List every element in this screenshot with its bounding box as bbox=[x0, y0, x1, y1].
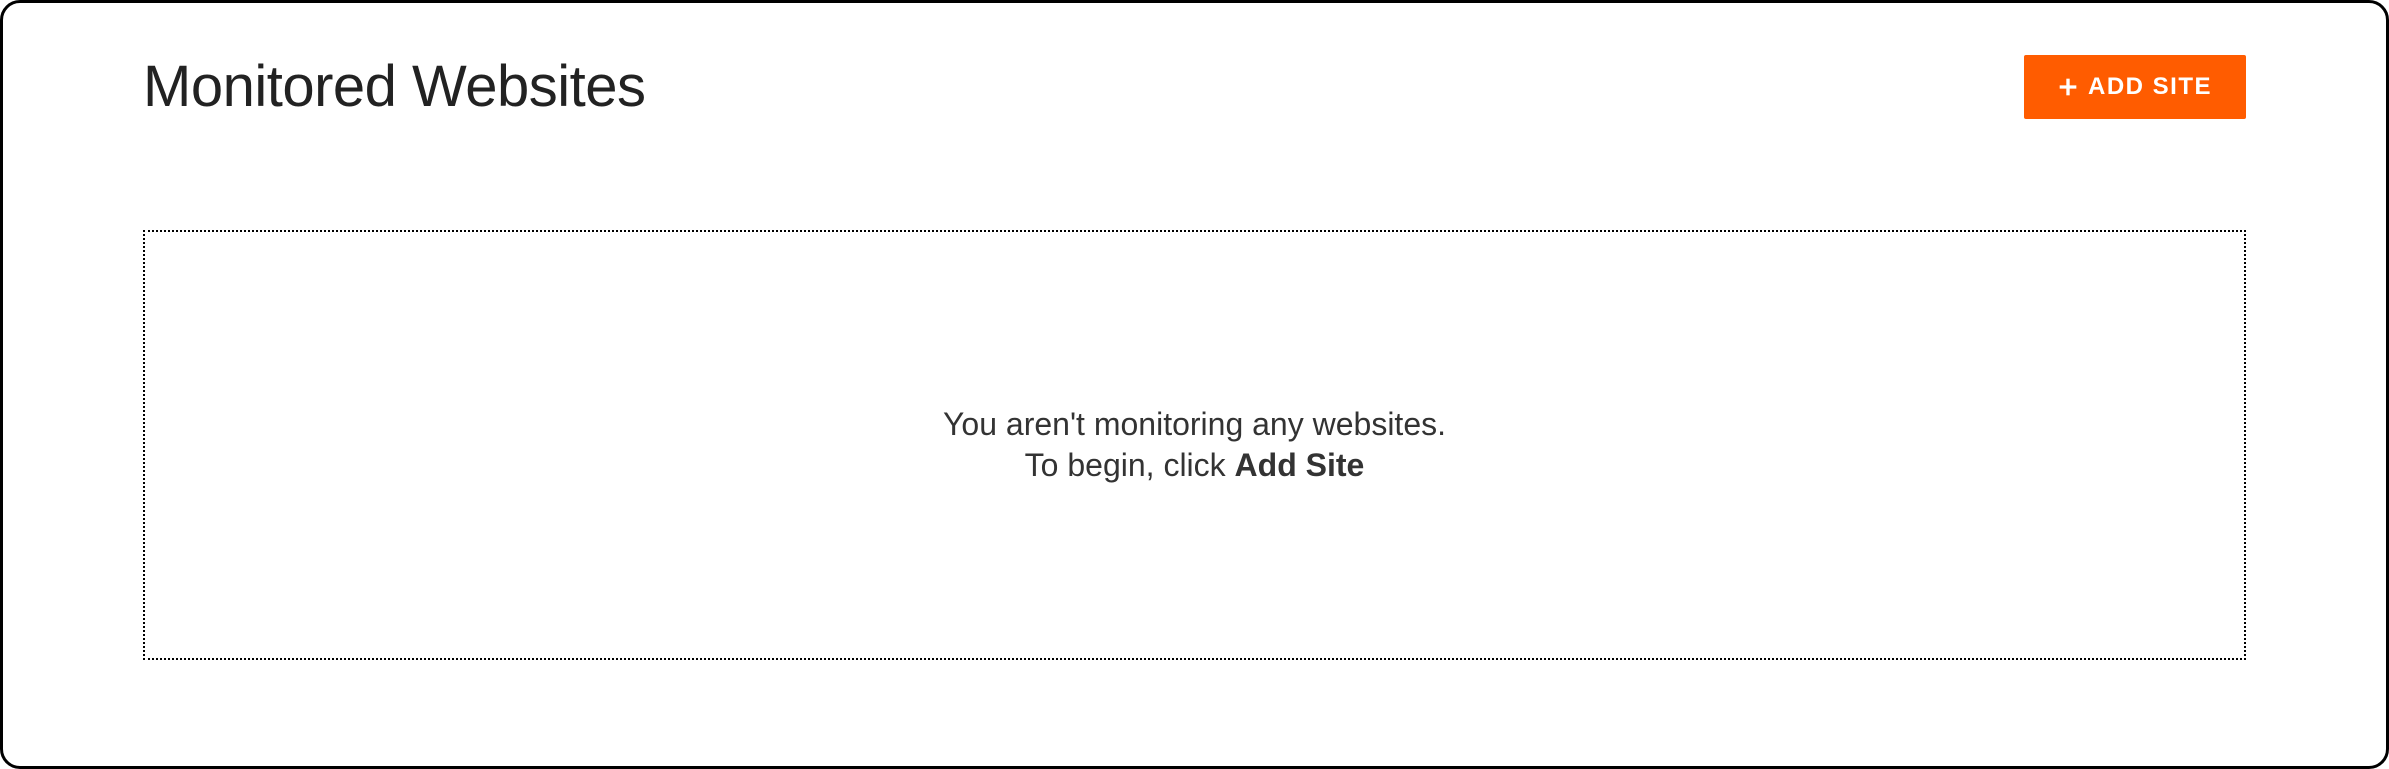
page-title: Monitored Websites bbox=[143, 53, 646, 120]
empty-state-box: You aren't monitoring any websites. To b… bbox=[143, 230, 2246, 660]
header-row: Monitored Websites ADD SITE bbox=[143, 53, 2246, 120]
monitored-websites-card: Monitored Websites ADD SITE You aren't m… bbox=[0, 0, 2389, 769]
plus-icon bbox=[2058, 77, 2078, 97]
add-site-button-label: ADD SITE bbox=[2088, 73, 2212, 101]
add-site-button[interactable]: ADD SITE bbox=[2024, 55, 2246, 119]
empty-state-line2-prefix: To begin, click bbox=[1025, 447, 1235, 483]
empty-state-line1: You aren't monitoring any websites. bbox=[943, 406, 1446, 443]
empty-state-line2-bold: Add Site bbox=[1235, 447, 1365, 483]
empty-state-line2: To begin, click Add Site bbox=[1025, 447, 1365, 484]
